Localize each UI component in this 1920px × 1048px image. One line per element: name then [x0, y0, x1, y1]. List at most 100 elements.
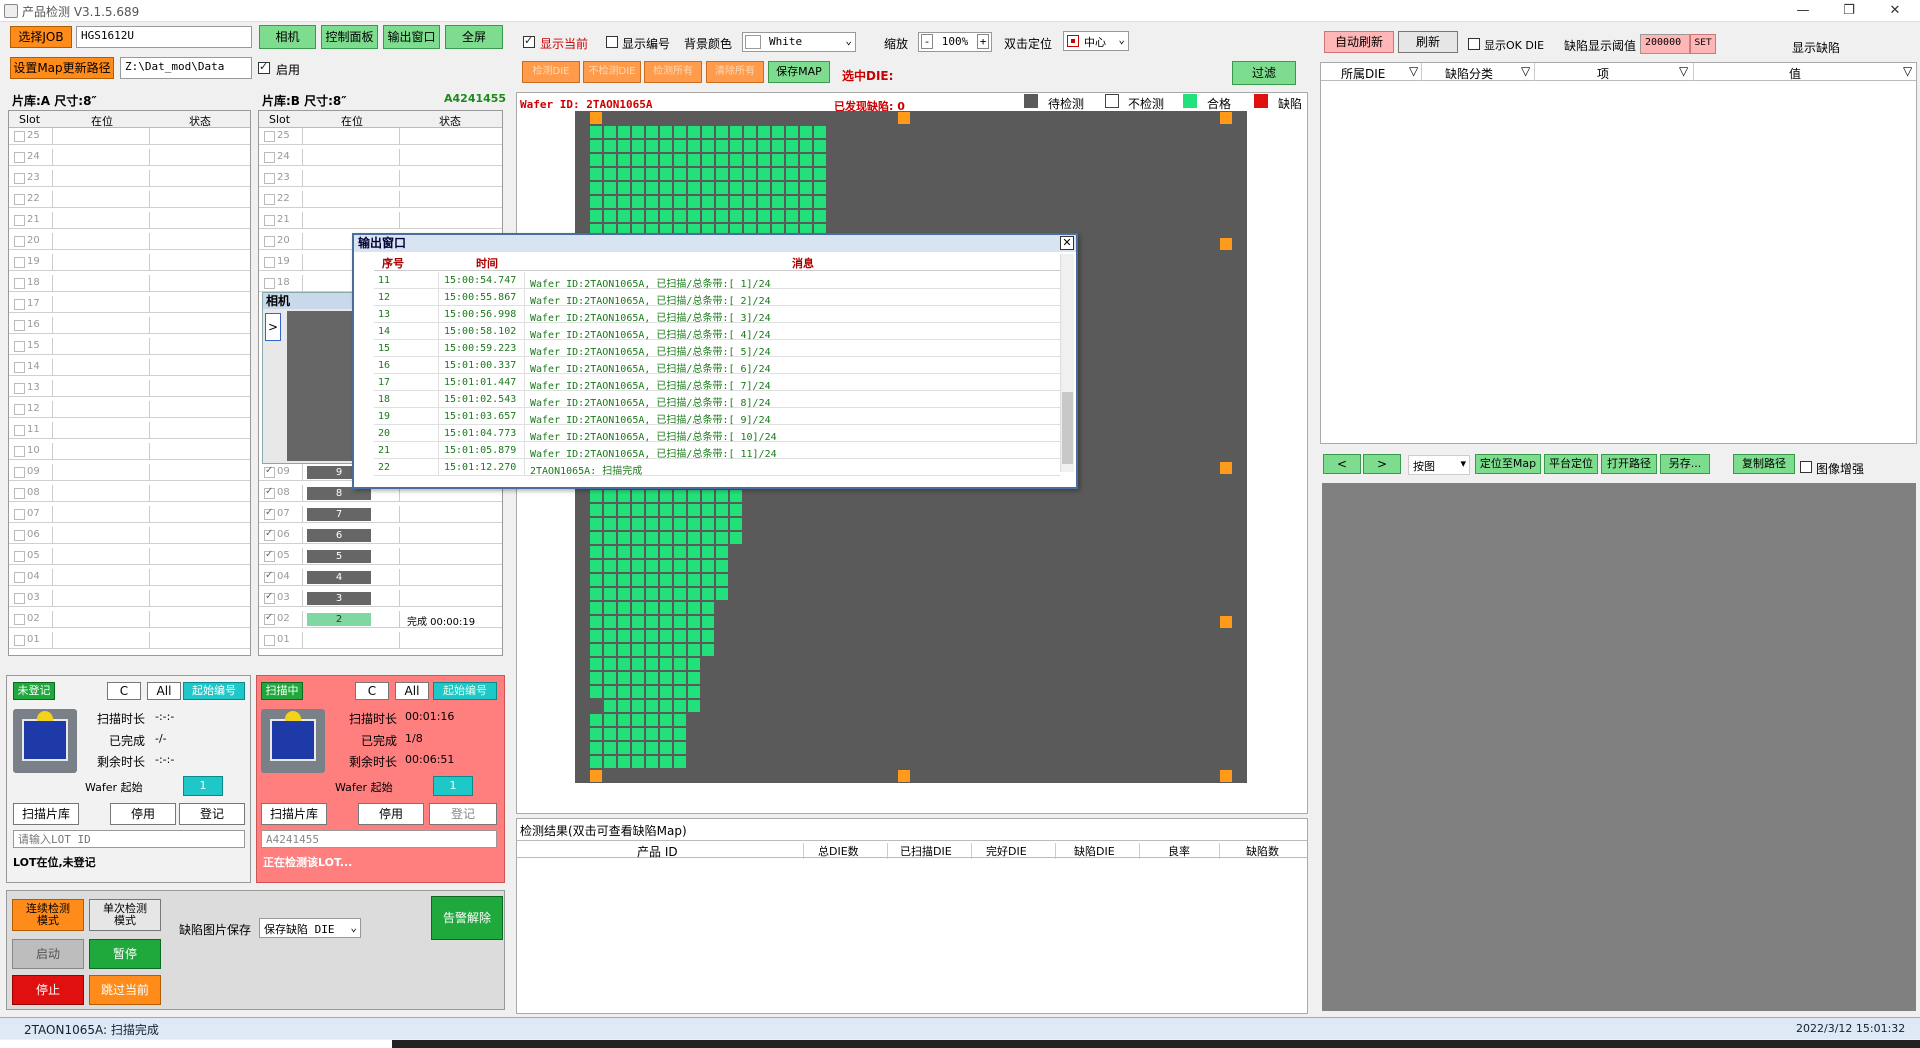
camera-button[interactable]: 相机 — [259, 25, 316, 49]
slot-row[interactable]: 22 — [9, 191, 250, 208]
slot-checkbox[interactable] — [14, 299, 25, 310]
station-a-register-button[interactable]: 登记 — [179, 803, 245, 825]
station-b-register-button[interactable]: 登记 — [429, 803, 497, 825]
log-row[interactable]: 12 15:00:55.867 Wafer ID:2TAON1065A, 已扫描/总… — [374, 289, 1060, 307]
slot-row[interactable]: 20 — [9, 233, 250, 250]
slot-row[interactable]: 033 — [259, 590, 502, 607]
slot-checkbox[interactable] — [264, 173, 275, 184]
slot-row[interactable]: 25 — [9, 128, 250, 145]
fullscreen-button[interactable]: 全屏 — [445, 25, 503, 49]
show-ok-die-checkbox[interactable] — [1468, 38, 1480, 50]
job-field[interactable]: HGS1612U — [76, 26, 252, 48]
slot-checkbox[interactable] — [14, 257, 25, 268]
log-row[interactable]: 22 15:01:12.270 2TAON1065A: 扫描完成 — [374, 459, 1060, 477]
slot-checkbox[interactable] — [14, 278, 25, 289]
double-click-select[interactable]: 中心 ⌄ — [1063, 31, 1129, 51]
slot-checkbox[interactable] — [264, 236, 275, 247]
slot-checkbox[interactable] — [264, 486, 275, 499]
slot-checkbox[interactable] — [14, 362, 25, 373]
log-row[interactable]: 18 15:01:02.543 Wafer ID:2TAON1065A, 已扫描/总… — [374, 391, 1060, 409]
slot-row[interactable]: 06 — [9, 527, 250, 544]
log-row[interactable]: 14 15:00:58.102 Wafer ID:2TAON1065A, 已扫描/总… — [374, 323, 1060, 341]
refresh-button[interactable]: 刷新 — [1398, 31, 1458, 53]
slot-row[interactable]: 01 — [259, 632, 502, 649]
slot-checkbox[interactable] — [14, 509, 25, 520]
slot-checkbox[interactable] — [264, 278, 275, 289]
slot-row[interactable]: 044 — [259, 569, 502, 586]
slot-row[interactable]: 05 — [9, 548, 250, 565]
slot-row[interactable]: 13 — [9, 380, 250, 397]
zoom-stepper[interactable]: -100% + — [918, 32, 992, 52]
slot-checkbox[interactable] — [14, 572, 25, 583]
station-a-c-button[interactable]: C — [107, 682, 141, 700]
output-window[interactable]: 输出窗口 ✕ 序号 时间 消息 11 15:00:54.747 Wafer ID:2… — [352, 233, 1078, 489]
log-row[interactable]: 19 15:01:03.657 Wafer ID:2TAON1065A, 已扫描/总… — [374, 408, 1060, 426]
check-die-button[interactable]: 检测DIE — [522, 61, 580, 83]
filter-icon[interactable]: ▽ — [1679, 64, 1688, 78]
slot-checkbox[interactable] — [14, 467, 25, 478]
expand-chevron-icon[interactable]: > — [265, 313, 281, 341]
slot-checkbox[interactable] — [264, 591, 275, 604]
slot-checkbox[interactable] — [14, 341, 25, 352]
minimize-icon[interactable]: — — [1780, 0, 1826, 22]
log-row[interactable]: 20 15:01:04.773 Wafer ID:2TAON1065A, 已扫描/总… — [374, 425, 1060, 443]
slot-checkbox[interactable] — [14, 425, 25, 436]
station-b-disable-button[interactable]: 停用 — [358, 803, 424, 825]
station-b-start-number-button[interactable]: 起始编号 — [433, 682, 497, 700]
slot-row[interactable]: 24 — [9, 149, 250, 166]
open-path-button[interactable]: 打开路径 — [1601, 454, 1657, 474]
slot-checkbox[interactable] — [14, 593, 25, 604]
restore-icon[interactable]: ❐ — [1826, 0, 1872, 22]
slot-row[interactable]: 11 — [9, 422, 250, 439]
slot-row[interactable]: 10 — [9, 443, 250, 460]
minus-icon[interactable]: - — [921, 34, 933, 49]
station-a-lot-input[interactable] — [13, 830, 245, 848]
slot-row[interactable]: 07 — [9, 506, 250, 523]
slot-checkbox[interactable] — [264, 549, 275, 562]
slot-row[interactable]: 18 — [9, 275, 250, 292]
enable-checkbox[interactable] — [258, 60, 270, 74]
station-a-disable-button[interactable]: 停用 — [110, 803, 176, 825]
slot-row[interactable]: 25 — [259, 128, 502, 145]
log-row[interactable]: 17 15:01:01.447 Wafer ID:2TAON1065A, 已扫描/总… — [374, 374, 1060, 392]
threshold-set-button[interactable]: SET — [1690, 34, 1716, 54]
slot-checkbox[interactable] — [264, 612, 275, 625]
slot-checkbox[interactable] — [14, 614, 25, 625]
slot-checkbox[interactable] — [264, 507, 275, 520]
slot-checkbox[interactable] — [14, 236, 25, 247]
slot-row[interactable]: 055 — [259, 548, 502, 565]
slot-checkbox[interactable] — [264, 528, 275, 541]
slot-checkbox[interactable] — [14, 635, 25, 646]
slot-row[interactable]: 077 — [259, 506, 502, 523]
slot-checkbox[interactable] — [264, 257, 275, 268]
slot-checkbox[interactable] — [14, 404, 25, 415]
slot-checkbox[interactable] — [264, 215, 275, 226]
slot-row[interactable]: 23 — [259, 170, 502, 187]
slot-checkbox[interactable] — [14, 530, 25, 541]
slot-checkbox[interactable] — [14, 173, 25, 184]
slot-checkbox[interactable] — [14, 488, 25, 499]
bg-color-select[interactable]: White ⌄ — [742, 32, 856, 52]
defect-image-viewer[interactable] — [1322, 483, 1916, 1011]
filter-icon[interactable]: ▽ — [1409, 64, 1418, 78]
slot-row[interactable]: 23 — [9, 170, 250, 187]
slot-checkbox[interactable] — [264, 465, 275, 478]
slot-row[interactable]: 09 — [9, 464, 250, 481]
filter-icon[interactable]: ▽ — [1903, 64, 1912, 78]
station-b-wafer-start-field[interactable]: 1 — [433, 776, 473, 796]
stage-locate-button[interactable]: 平台定位 — [1544, 454, 1598, 474]
slot-row[interactable]: 01 — [9, 632, 250, 649]
slot-row[interactable]: 21 — [9, 212, 250, 229]
locate-to-map-button[interactable]: 定位至Map — [1475, 454, 1541, 474]
slot-row[interactable]: 14 — [9, 359, 250, 376]
skip-current-button[interactable]: 跳过当前 — [89, 975, 161, 1005]
output-scrollbar[interactable] — [1060, 254, 1074, 472]
set-map-path-button[interactable]: 设置Map更新路径 — [10, 57, 114, 79]
close-icon[interactable]: ✕ — [1060, 236, 1074, 250]
slot-checkbox[interactable] — [264, 635, 275, 646]
slot-row[interactable]: 022完成 00:00:19 — [259, 611, 502, 628]
next-image-button[interactable]: > — [1363, 454, 1401, 474]
path-field[interactable]: Z:\Dat_mod\Data — [120, 57, 252, 79]
slot-checkbox[interactable] — [14, 152, 25, 163]
log-row[interactable]: 21 15:01:05.879 Wafer ID:2TAON1065A, 已扫描/总… — [374, 442, 1060, 460]
